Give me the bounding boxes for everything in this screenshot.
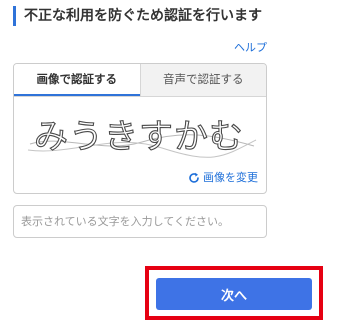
title-accent-bar bbox=[13, 6, 16, 26]
next-button[interactable]: 次へ bbox=[156, 278, 312, 310]
tab-audio-auth[interactable]: 音声で認証する bbox=[139, 64, 266, 96]
tab-image-auth[interactable]: 画像で認証する bbox=[14, 64, 140, 96]
captcha-text: みうきすかむ bbox=[34, 117, 244, 157]
captcha-image: みうきすかむ bbox=[27, 116, 257, 158]
page-title: 不正な利用を防ぐため認証を行います bbox=[24, 8, 262, 24]
change-image-label: 画像を変更 bbox=[203, 171, 258, 184]
captcha-tabs: 画像で認証する 音声で認証する bbox=[14, 64, 266, 97]
change-image-button[interactable]: 画像を変更 bbox=[188, 171, 258, 185]
help-link[interactable]: ヘルプ bbox=[234, 40, 267, 56]
captcha-answer-input[interactable] bbox=[13, 205, 267, 238]
refresh-icon bbox=[189, 172, 199, 183]
captcha-card: 画像で認証する 音声で認証する みうきすかむ 画像を変更 bbox=[13, 63, 267, 194]
